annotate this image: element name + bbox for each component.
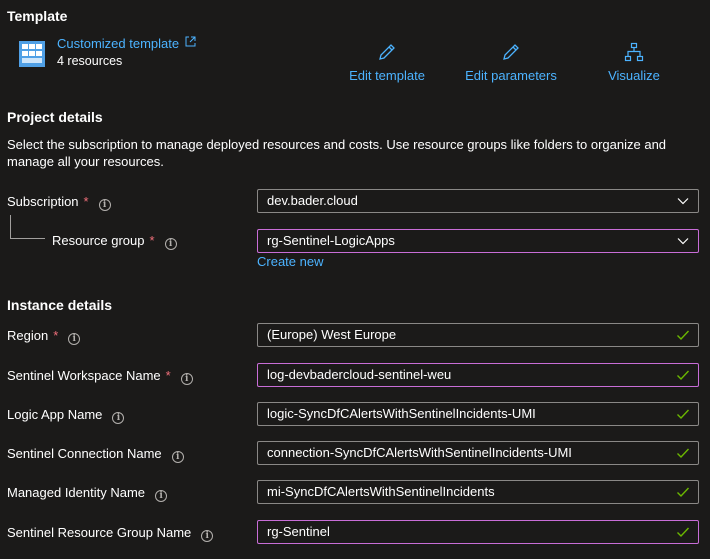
info-icon: i: [98, 199, 111, 211]
checkmark-icon: [677, 330, 690, 341]
checkmark-icon: [677, 409, 690, 420]
sentinel-workspace-name-value: log-devbadercloud-sentinel-weu: [267, 367, 452, 382]
sentinel-connection-name-input[interactable]: connection-SyncDfCAlertsWithSentinelInci…: [257, 441, 699, 465]
subscription-label: Subscription * i: [7, 194, 111, 211]
info-icon: i: [112, 412, 125, 424]
logic-app-name-value: logic-SyncDfCAlertsWithSentinelIncidents…: [267, 406, 536, 421]
hierarchy-icon: [624, 42, 644, 62]
customized-template-link[interactable]: Customized template: [57, 36, 196, 51]
visualize-button[interactable]: Visualize: [603, 42, 665, 83]
sentinel-resource-group-name-value: rg-Sentinel: [267, 524, 330, 539]
info-icon: i: [171, 451, 184, 463]
project-description: Select the subscription to manage deploy…: [7, 137, 667, 169]
external-link-icon: [185, 36, 196, 47]
pencil-icon: [503, 44, 519, 60]
region-select[interactable]: (Europe) West Europe: [257, 323, 699, 347]
create-new-link[interactable]: Create new: [257, 254, 323, 269]
info-icon: i: [180, 373, 193, 385]
region-value: (Europe) West Europe: [267, 327, 397, 342]
edit-template-button[interactable]: Edit template: [345, 42, 429, 83]
sentinel-resource-group-name-input[interactable]: rg-Sentinel: [257, 520, 699, 544]
sentinel-connection-name-value: connection-SyncDfCAlertsWithSentinelInci…: [267, 445, 572, 460]
pencil-icon: [379, 44, 395, 60]
resource-count: 4 resources: [57, 54, 123, 68]
logic-app-name-label: Logic App Name i: [7, 407, 125, 424]
chevron-down-icon: [677, 238, 689, 245]
region-label: Region * i: [7, 328, 81, 345]
project-details-heading: Project details: [7, 109, 103, 125]
checkmark-icon: [677, 448, 690, 459]
checkmark-icon: [677, 527, 690, 538]
resource-group-value: rg-Sentinel-LogicApps: [267, 233, 395, 248]
info-icon: i: [164, 238, 177, 250]
customized-template-label: Customized template: [57, 36, 180, 51]
info-icon: i: [201, 530, 214, 542]
checkmark-icon: [677, 487, 690, 498]
info-icon: i: [155, 490, 168, 502]
tree-connector: [10, 215, 45, 239]
managed-identity-name-label: Managed Identity Name i: [7, 485, 168, 502]
resource-group-select[interactable]: rg-Sentinel-LogicApps: [257, 229, 699, 253]
checkmark-icon: [677, 370, 690, 381]
logic-app-name-input[interactable]: logic-SyncDfCAlertsWithSentinelIncidents…: [257, 402, 699, 426]
info-icon: i: [68, 333, 81, 345]
sentinel-workspace-name-input[interactable]: log-devbadercloud-sentinel-weu: [257, 363, 699, 387]
edit-parameters-label: Edit parameters: [465, 68, 557, 83]
template-icon: [19, 41, 45, 67]
template-heading: Template: [7, 8, 68, 24]
sentinel-connection-name-label: Sentinel Connection Name i: [7, 446, 184, 463]
edit-parameters-button[interactable]: Edit parameters: [462, 42, 560, 83]
instance-details-heading: Instance details: [7, 297, 113, 313]
resource-group-label: Resource group * i: [52, 233, 177, 250]
managed-identity-name-input[interactable]: mi-SyncDfCAlertsWithSentinelIncidents: [257, 480, 699, 504]
subscription-select[interactable]: dev.bader.cloud: [257, 189, 699, 213]
subscription-value: dev.bader.cloud: [267, 193, 358, 208]
visualize-label: Visualize: [608, 68, 660, 83]
edit-template-label: Edit template: [349, 68, 425, 83]
managed-identity-name-value: mi-SyncDfCAlertsWithSentinelIncidents: [267, 484, 495, 499]
chevron-down-icon: [677, 198, 689, 205]
sentinel-resource-group-name-label: Sentinel Resource Group Name i: [7, 525, 214, 542]
sentinel-workspace-name-label: Sentinel Workspace Name * i: [7, 368, 193, 385]
